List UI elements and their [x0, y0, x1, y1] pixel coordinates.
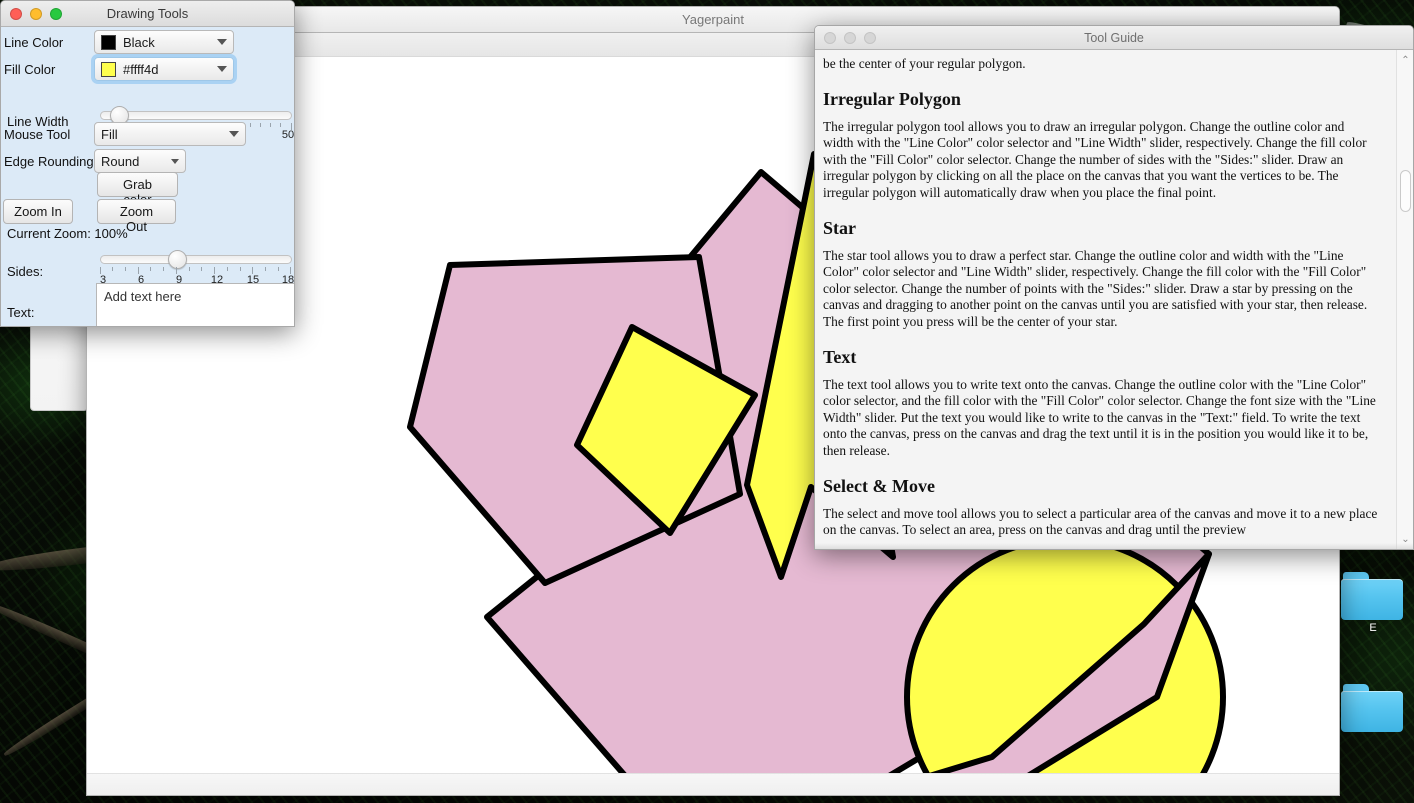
maximize-button[interactable] [50, 7, 62, 20]
window-controls[interactable] [10, 7, 62, 20]
text-input[interactable] [96, 283, 294, 326]
tool-guide-title: Tool Guide [1084, 30, 1144, 45]
guide-paragraph-select-move: The select and move tool allows you to s… [823, 505, 1378, 538]
edge-rounding-select[interactable]: Round [94, 149, 186, 173]
fill-color-value: #ffff4d [123, 61, 159, 77]
tool-guide-titlebar[interactable]: Tool Guide [815, 26, 1413, 50]
line-color-label: Line Color [4, 34, 64, 50]
zoom-out-button[interactable]: Zoom Out [97, 199, 176, 234]
sides-label: Sides: [7, 264, 44, 279]
guide-paragraph-irregular-polygon: The irregular polygon tool allows you to… [823, 118, 1367, 200]
chevron-down-icon [229, 131, 239, 137]
edge-rounding-value: Round [101, 153, 140, 169]
scroll-up-arrow-icon[interactable]: ⌃ [1397, 52, 1413, 68]
drawing-tools-window[interactable]: Drawing Tools Line Color Black Fill Colo… [0, 0, 295, 327]
line-width-slider[interactable] [100, 106, 292, 125]
tool-guide-content: be the center of your regular polygon. I… [815, 50, 1396, 549]
desktop-folder-1-label: E [1369, 622, 1377, 634]
tool-guide-window-controls[interactable] [824, 31, 876, 44]
guide-heading-irregular-polygon: Irregular Polygon [823, 88, 961, 109]
desktop-folder-1[interactable]: E [1336, 572, 1410, 634]
maximize-button[interactable] [864, 31, 876, 44]
chevron-down-icon [217, 66, 227, 72]
chevron-down-icon [171, 158, 179, 164]
desktop-folder-2[interactable] [1336, 684, 1410, 734]
minimize-button[interactable] [844, 31, 856, 44]
guide-paragraph-intro: be the center of your regular polygon. [823, 56, 1026, 71]
edge-rounding-label: Edge Rounding [4, 153, 94, 169]
drawing-tools-body: Line Color Black Fill Color #ffff4d Line… [1, 27, 294, 326]
zoom-in-button[interactable]: Zoom In [3, 199, 73, 224]
line-color-swatch [101, 34, 116, 50]
line-color-value: Black [123, 34, 155, 50]
fill-color-swatch [101, 61, 116, 77]
sides-track [100, 255, 292, 264]
guide-heading-select-move: Select & Move [823, 475, 935, 496]
tool-guide-window[interactable]: Tool Guide be the center of your regular… [814, 25, 1414, 550]
current-zoom-label: Current Zoom: 100% [7, 226, 128, 241]
tool-guide-scrollbar[interactable]: ⌃ ⌄ [1396, 50, 1413, 549]
close-button[interactable] [10, 7, 22, 20]
chevron-down-icon [217, 39, 227, 45]
minimize-button[interactable] [30, 7, 42, 20]
scrollbar-thumb[interactable] [1400, 170, 1411, 212]
mouse-tool-select[interactable]: Fill [94, 122, 246, 146]
sides-slider[interactable] [100, 250, 292, 269]
drawing-tools-titlebar[interactable]: Drawing Tools [1, 1, 294, 27]
guide-paragraph-star: The star tool allows you to draw a perfe… [823, 247, 1368, 329]
folder-icon [1341, 572, 1405, 620]
fill-color-label: Fill Color [4, 61, 56, 77]
folder-icon [1341, 684, 1405, 732]
guide-heading-star: Star [823, 217, 856, 238]
text-field-label: Text: [7, 305, 35, 320]
line-color-select[interactable]: Black [94, 30, 234, 54]
tool-guide-bottom-edge [815, 543, 1413, 549]
mouse-tool-label: Mouse Tool [4, 126, 71, 142]
guide-heading-text: Text [823, 346, 857, 367]
guide-paragraph-text: The text tool allows you to write text o… [823, 376, 1376, 458]
yagerpaint-status-strip [87, 773, 1339, 795]
mouse-tool-value: Fill [101, 126, 118, 142]
close-button[interactable] [824, 31, 836, 44]
grab-color-button[interactable]: Grab color [97, 172, 178, 207]
fill-color-select[interactable]: #ffff4d [94, 57, 234, 81]
tool-guide-body: be the center of your regular polygon. I… [815, 50, 1413, 549]
